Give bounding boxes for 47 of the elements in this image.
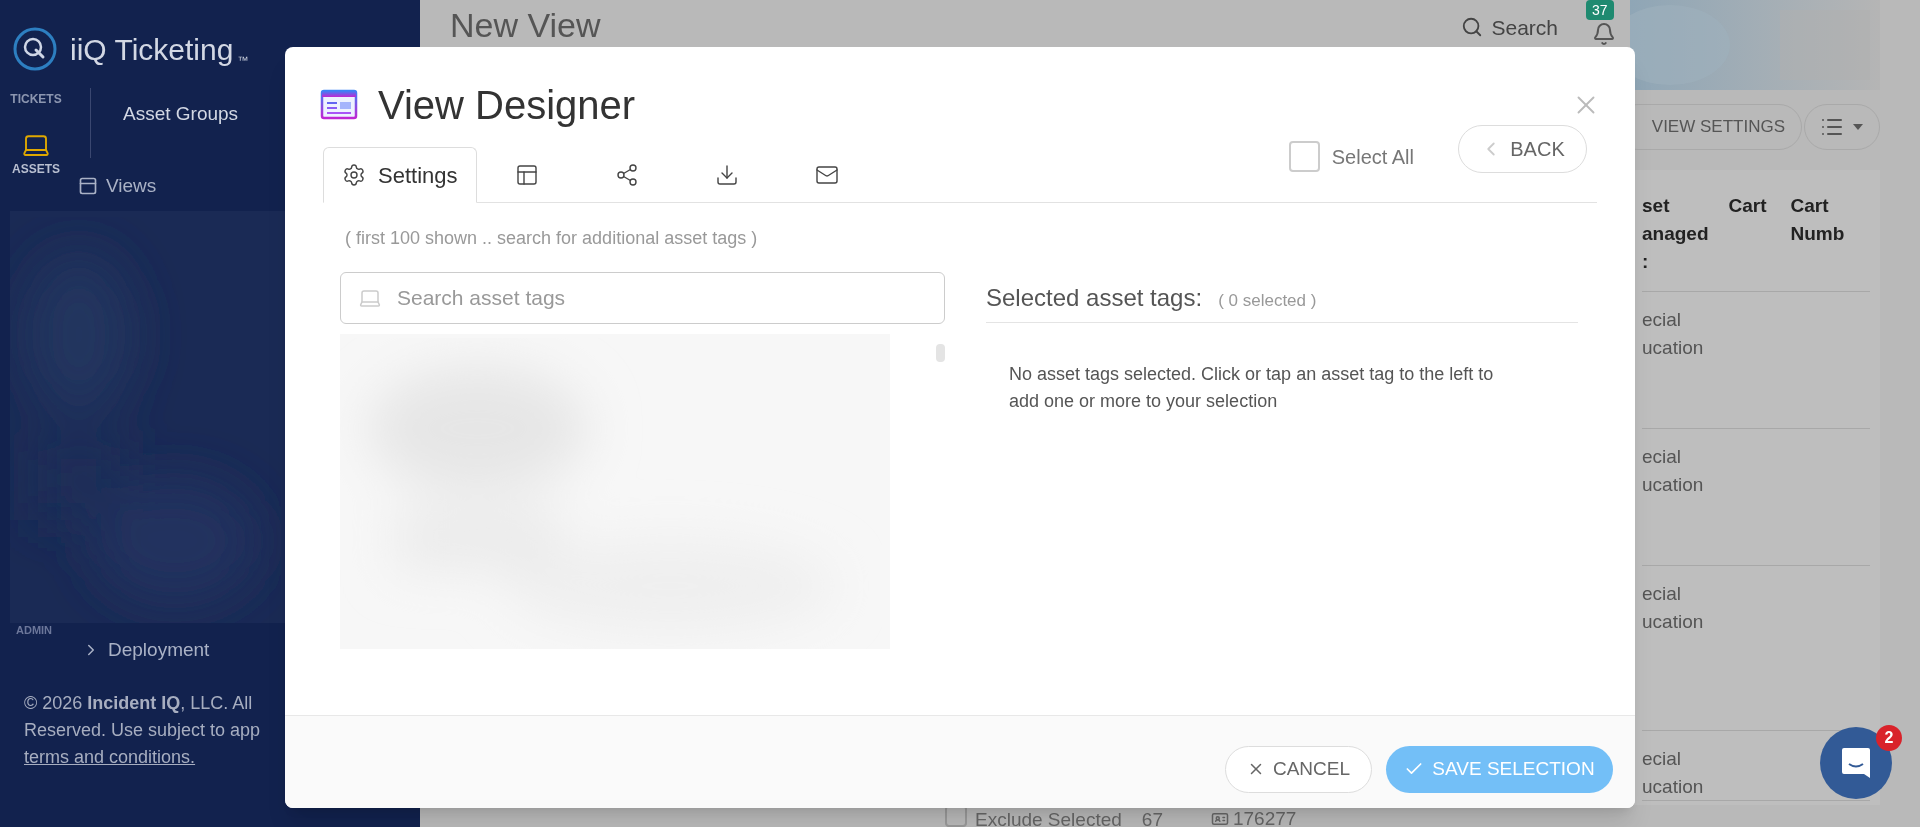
- copyright-text: © 2026 Incident IQ, LLC. All: [24, 692, 254, 715]
- column-header: set anaged :: [1642, 194, 1709, 274]
- page-title: New View: [450, 8, 601, 42]
- download-icon: [714, 163, 739, 187]
- panel-icon: [78, 176, 98, 197]
- copyright-text: Reserved. Use subject to app: [24, 719, 262, 742]
- nav-link[interactable]: TICKETS: [10, 90, 62, 108]
- admin-label: ADMIN: [15, 624, 53, 636]
- layout-icon: [514, 163, 539, 187]
- terms-link[interactable]: terms and conditions.: [24, 744, 196, 771]
- table-cell-text: ecial ucation: [1642, 445, 1704, 497]
- scrollbar[interactable]: [936, 344, 945, 362]
- search-link[interactable]: Search: [1461, 16, 1558, 38]
- column-header: Cart Numb: [1790, 194, 1845, 246]
- deployment-link[interactable]: Deployment: [0, 635, 210, 664]
- asset-tag-text: 176277: [1232, 809, 1297, 827]
- column-header: Cart: [1728, 194, 1767, 218]
- search-field[interactable]: Search asset tags: [340, 272, 945, 324]
- settings-icon: [342, 163, 366, 187]
- table-cell-text: ecial ucation: [1642, 747, 1704, 799]
- tab[interactable]: Settings: [323, 147, 477, 203]
- exclude-label: Exclude Selected: [975, 810, 1122, 827]
- window-icon: [320, 88, 358, 122]
- select-all-checkbox[interactable]: [1288, 141, 1320, 172]
- modal-title: View Designer: [378, 82, 636, 129]
- caret-icon: [1852, 123, 1864, 131]
- logo-icon: [12, 26, 58, 72]
- selected-heading: Selected asset tags:: [986, 283, 1203, 313]
- mail-icon: [814, 163, 839, 187]
- trademark: ™: [237, 52, 249, 68]
- table-cell-text: ecial ucation: [1642, 308, 1704, 360]
- select-all-label: Select All: [1331, 144, 1414, 170]
- hint-text: ( first 100 shown .. search for additional asset tags ): [345, 227, 758, 250]
- sidebar-item[interactable]: Views: [78, 172, 157, 201]
- brand-name: iiQ Ticketing: [70, 31, 234, 68]
- count-text: 67: [1141, 810, 1163, 827]
- table-cell-text: ecial ucation: [1642, 582, 1704, 634]
- empty-message: No asset tags selected. Click or tap an asset tag to the left to add one or more to your selection: [1009, 363, 1495, 413]
- selected-count: ( 0 selected ): [1218, 290, 1317, 312]
- notification-badge: 37: [1586, 0, 1614, 20]
- cancel-button[interactable]: CANCEL: [1225, 745, 1372, 793]
- share-icon: [614, 163, 639, 187]
- search-icon: [1461, 16, 1484, 38]
- section-title: Asset Groups: [123, 103, 239, 124]
- bell-icon[interactable]: [1592, 22, 1616, 46]
- chat-icon: [1840, 746, 1872, 780]
- nav-link[interactable]: ASSETS: [12, 130, 60, 178]
